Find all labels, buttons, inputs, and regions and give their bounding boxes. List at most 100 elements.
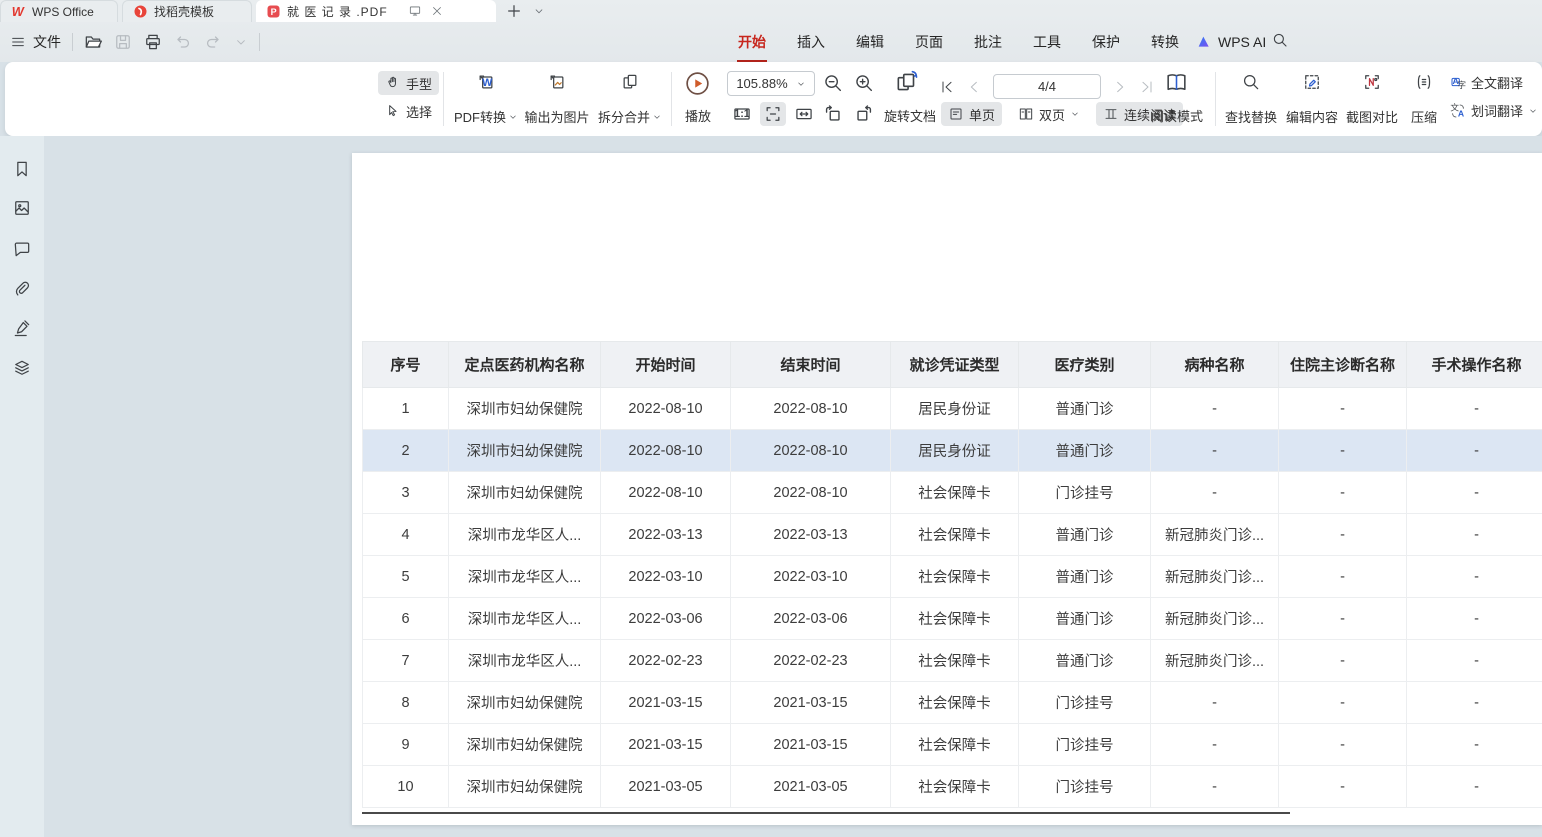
comment-icon[interactable] bbox=[12, 239, 32, 259]
table-cell: - bbox=[1407, 472, 1542, 514]
chevron-down-icon bbox=[1070, 109, 1080, 119]
double-page-button[interactable]: 双页 bbox=[1011, 102, 1087, 126]
open-file-icon[interactable] bbox=[83, 32, 103, 52]
rotate-document-button[interactable] bbox=[894, 69, 920, 98]
hand-tool-button[interactable]: 手型 bbox=[378, 71, 439, 95]
signature-icon[interactable] bbox=[12, 318, 32, 338]
rotate-left-icon[interactable] bbox=[822, 103, 844, 125]
column-header: 医疗类别 bbox=[1019, 342, 1151, 388]
word-translate-button[interactable]: 文A 划词翻译 bbox=[1450, 101, 1538, 120]
column-header: 序号 bbox=[363, 342, 449, 388]
zoom-level-select[interactable]: 105.88% bbox=[727, 71, 815, 96]
table-cell: 2022-03-06 bbox=[731, 598, 891, 640]
layers-icon[interactable] bbox=[12, 358, 32, 378]
fit-page-button[interactable] bbox=[760, 102, 786, 126]
close-tab-icon[interactable] bbox=[430, 4, 444, 18]
prev-page-icon[interactable] bbox=[966, 79, 982, 95]
compress-button[interactable]: 压缩 bbox=[1406, 72, 1442, 126]
table-cell: - bbox=[1407, 430, 1542, 472]
save-icon[interactable] bbox=[113, 32, 133, 52]
table-cell: 深圳市龙华区人... bbox=[449, 640, 601, 682]
word-translate-icon: 文A bbox=[1450, 103, 1466, 119]
edit-content-button[interactable]: 编辑内容 bbox=[1283, 72, 1341, 126]
title-bar: W WPS Office 找稻壳模板 P 就 医 记 录 .PDF 文件 bbox=[0, 0, 1542, 62]
hand-tool-label: 手型 bbox=[406, 74, 432, 93]
table-cell: - bbox=[1151, 766, 1279, 808]
page-number-input[interactable]: 4/4 bbox=[993, 74, 1101, 99]
full-translate-button[interactable]: A字 全文翻译 bbox=[1450, 73, 1538, 92]
next-page-icon[interactable] bbox=[1112, 79, 1128, 95]
zoom-in-icon[interactable] bbox=[853, 72, 875, 94]
document-viewport[interactable]: 序号定点医药机构名称开始时间结束时间就诊凭证类型医疗类别病种名称住院主诊断名称手… bbox=[44, 136, 1542, 837]
menu-convert[interactable]: 转换 bbox=[1150, 28, 1180, 56]
table-cell: 深圳市妇幼保健院 bbox=[449, 430, 601, 472]
compress-label: 压缩 bbox=[1411, 107, 1437, 126]
wps-ai-button[interactable]: WPS AI bbox=[1196, 34, 1266, 50]
search-icon bbox=[1271, 31, 1289, 49]
pdf-convert-button[interactable]: W PDF转换 bbox=[451, 72, 521, 126]
print-icon[interactable] bbox=[143, 32, 163, 52]
table-cell: 2 bbox=[363, 430, 449, 472]
menu-search-button[interactable] bbox=[1271, 31, 1289, 54]
find-replace-button[interactable]: 查找替换 bbox=[1222, 72, 1280, 126]
word-translate-label: 划词翻译 bbox=[1471, 101, 1523, 120]
table-cell: 深圳市妇幼保健院 bbox=[449, 724, 601, 766]
select-tool-button[interactable]: 选择 bbox=[378, 99, 439, 123]
chevron-down-icon bbox=[1528, 106, 1538, 116]
menu-protect[interactable]: 保护 bbox=[1091, 28, 1121, 56]
menu-insert[interactable]: 插入 bbox=[796, 28, 826, 56]
split-merge-label: 拆分合并 bbox=[598, 107, 650, 126]
table-cell: - bbox=[1407, 640, 1542, 682]
table-cell: 2022-08-10 bbox=[731, 388, 891, 430]
menu-page[interactable]: 页面 bbox=[914, 28, 944, 56]
table-cell: 普通门诊 bbox=[1019, 640, 1151, 682]
rotate-right-icon[interactable] bbox=[853, 103, 875, 125]
file-menu-button[interactable]: 文件 bbox=[10, 32, 61, 52]
tab-list-chevron-icon[interactable] bbox=[532, 4, 546, 18]
menu-comment[interactable]: 批注 bbox=[973, 28, 1003, 56]
single-page-button[interactable]: 单页 bbox=[941, 102, 1002, 126]
screenshot-compare-icon bbox=[1362, 72, 1382, 92]
navigation-sidebar bbox=[0, 136, 44, 837]
menu-tools[interactable]: 工具 bbox=[1032, 28, 1062, 56]
table-cell: 2022-03-10 bbox=[601, 556, 731, 598]
fit-width-button[interactable] bbox=[791, 102, 817, 126]
qat-chevron-icon[interactable] bbox=[233, 34, 249, 50]
screenshot-compare-button[interactable]: 截图对比 bbox=[1343, 72, 1401, 126]
undo-icon[interactable] bbox=[173, 32, 193, 52]
table-cell: 普通门诊 bbox=[1019, 430, 1151, 472]
tab-document-active[interactable]: P 就 医 记 录 .PDF bbox=[256, 0, 496, 22]
table-cell: - bbox=[1151, 430, 1279, 472]
table-cell: - bbox=[1407, 388, 1542, 430]
thumbnail-icon[interactable] bbox=[12, 198, 32, 218]
svg-text:W: W bbox=[482, 77, 493, 89]
first-page-icon[interactable] bbox=[939, 79, 955, 95]
chevron-down-icon bbox=[652, 112, 662, 122]
wps-ai-label: WPS AI bbox=[1218, 34, 1266, 50]
column-header: 住院主诊断名称 bbox=[1279, 342, 1407, 388]
split-merge-button[interactable]: 拆分合并 bbox=[595, 72, 665, 126]
tab-wps-home[interactable]: W WPS Office bbox=[0, 0, 118, 22]
bookmark-icon[interactable] bbox=[12, 159, 32, 179]
table-cell: - bbox=[1279, 640, 1407, 682]
menu-home[interactable]: 开始 bbox=[737, 28, 767, 56]
table-row: 4深圳市龙华区人...2022-03-132022-03-13社会保障卡普通门诊… bbox=[363, 514, 1542, 556]
last-page-icon[interactable] bbox=[1139, 79, 1155, 95]
attachment-icon[interactable] bbox=[12, 279, 32, 299]
table-cell: 深圳市妇幼保健院 bbox=[449, 766, 601, 808]
monitor-icon[interactable] bbox=[408, 4, 422, 18]
read-mode-button[interactable] bbox=[1164, 70, 1189, 98]
export-image-button[interactable]: 输出为图片 bbox=[521, 72, 593, 126]
actual-size-button[interactable]: 1:1 bbox=[729, 102, 755, 126]
play-button[interactable] bbox=[684, 70, 711, 100]
menu-edit[interactable]: 编辑 bbox=[855, 28, 885, 56]
redo-icon[interactable] bbox=[203, 32, 223, 52]
new-tab-icon[interactable] bbox=[506, 3, 522, 19]
table-cell: 社会保障卡 bbox=[891, 598, 1019, 640]
single-page-icon bbox=[948, 106, 964, 122]
tab-docer[interactable]: 找稻壳模板 bbox=[122, 0, 252, 22]
table-cell: 居民身份证 bbox=[891, 388, 1019, 430]
zoom-out-icon[interactable] bbox=[822, 72, 844, 94]
tab-bar: W WPS Office 找稻壳模板 P 就 医 记 录 .PDF bbox=[0, 0, 1542, 22]
file-menu-label: 文件 bbox=[33, 32, 61, 52]
